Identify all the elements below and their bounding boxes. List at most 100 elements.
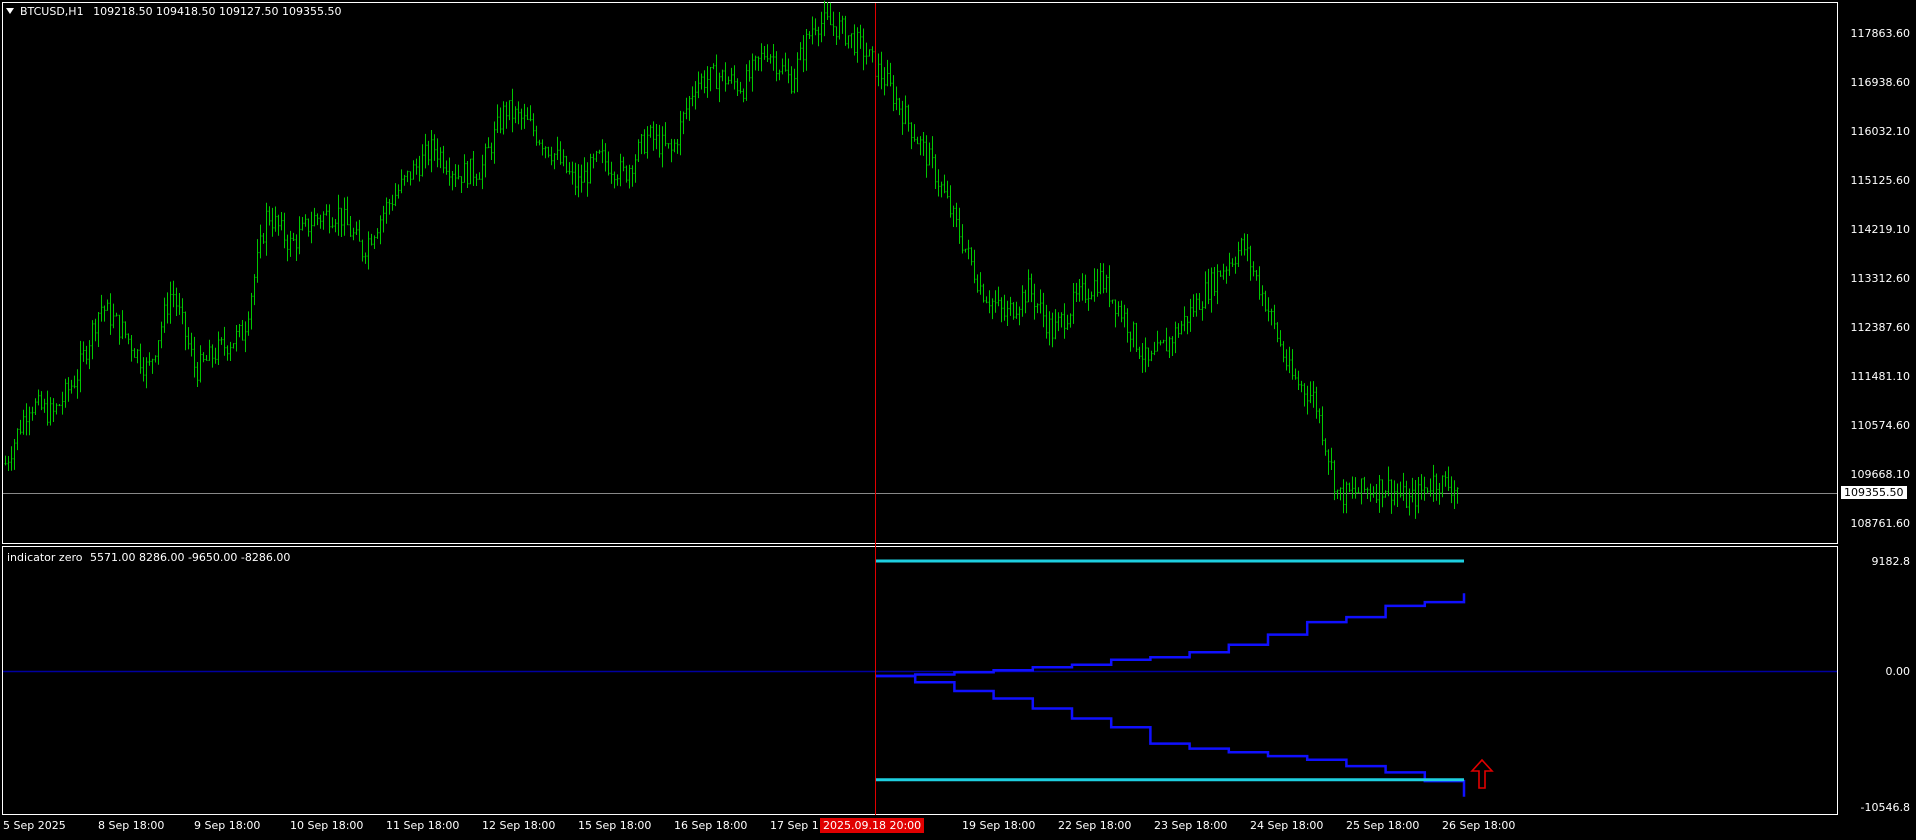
time-axis-label: 16 Sep 18:00 xyxy=(674,819,748,832)
price-bar xyxy=(1453,480,1456,509)
price-bar xyxy=(964,248,967,253)
price-bar xyxy=(139,343,142,374)
price-bar xyxy=(1351,476,1354,499)
price-bar xyxy=(706,66,709,98)
price-bar xyxy=(214,347,217,364)
chart-canvas[interactable] xyxy=(0,0,1916,840)
price-bar xyxy=(241,320,244,341)
price-bar xyxy=(694,81,697,110)
indicator-lines xyxy=(876,559,1466,797)
price-bar xyxy=(190,332,193,357)
price-bar xyxy=(382,205,385,233)
price-bar xyxy=(559,141,562,165)
price-bar xyxy=(64,378,67,408)
price-bar xyxy=(1165,327,1168,352)
price-bar xyxy=(505,101,508,129)
price-bar xyxy=(748,60,751,82)
price-bar xyxy=(271,207,274,237)
price-bar xyxy=(1234,256,1237,274)
price-bar xyxy=(226,345,229,361)
price-bar xyxy=(832,11,835,36)
price-bar xyxy=(1261,285,1264,307)
price-bar xyxy=(7,456,10,471)
price-bar xyxy=(448,157,451,186)
price-bar xyxy=(853,24,856,56)
price-bar xyxy=(511,88,514,133)
price-bar xyxy=(622,156,625,172)
symbol-menu-triangle-icon[interactable] xyxy=(6,8,14,14)
time-axis-label: 9 Sep 18:00 xyxy=(194,819,261,832)
price-bar xyxy=(19,419,22,435)
price-bar xyxy=(1270,308,1273,326)
price-bar xyxy=(46,390,49,426)
price-bar xyxy=(334,219,337,233)
price-bar xyxy=(640,134,643,155)
price-bar xyxy=(841,15,844,34)
price-bar xyxy=(922,132,925,156)
price-bar xyxy=(607,151,610,176)
price-bar xyxy=(778,69,781,81)
price-bar xyxy=(595,150,598,162)
price-bar xyxy=(1174,321,1177,354)
price-bar xyxy=(691,86,694,107)
price-bar xyxy=(544,146,547,159)
price-bar xyxy=(658,124,661,158)
price-bar xyxy=(676,139,679,154)
price-bar xyxy=(91,320,94,360)
price-bar xyxy=(1222,263,1225,280)
price-bar xyxy=(1168,336,1171,358)
price-bar xyxy=(1147,347,1150,367)
price-bar xyxy=(910,122,913,150)
price-bar xyxy=(52,398,55,422)
price-bar xyxy=(481,154,484,190)
price-bar xyxy=(628,164,631,189)
price-bar xyxy=(1348,482,1351,493)
price-bar xyxy=(1063,303,1066,339)
price-bar xyxy=(787,58,790,84)
price-bar xyxy=(1210,267,1213,313)
price-bar xyxy=(550,146,553,166)
price-bar xyxy=(262,233,265,244)
price-bar xyxy=(724,62,727,92)
price-bar xyxy=(856,27,859,63)
price-bar xyxy=(1441,475,1444,498)
price-bar xyxy=(337,194,340,236)
price-bar xyxy=(385,197,388,224)
price-bar xyxy=(994,290,997,313)
price-bar xyxy=(655,124,658,150)
price-bar xyxy=(949,185,952,218)
price-bar xyxy=(145,357,148,389)
indicator-axis-label: 0.00 xyxy=(1885,665,1911,678)
price-bar xyxy=(1456,487,1459,504)
price-bar xyxy=(1315,386,1318,419)
price-bar xyxy=(358,219,361,242)
price-bar xyxy=(1450,476,1453,504)
price-bar xyxy=(223,326,226,356)
price-bar xyxy=(274,206,277,232)
price-bar xyxy=(526,107,529,120)
price-bar xyxy=(1015,301,1018,319)
price-bar xyxy=(1171,336,1174,356)
price-bar xyxy=(166,292,169,324)
time-axis-label: 26 Sep 18:00 xyxy=(1442,819,1516,832)
price-bar xyxy=(109,293,112,335)
price-bar xyxy=(1408,488,1411,516)
price-bar xyxy=(1264,290,1267,312)
price-bar xyxy=(442,145,445,174)
price-bar xyxy=(568,162,571,175)
price-bar xyxy=(13,439,16,470)
price-bar xyxy=(586,162,589,197)
price-bar xyxy=(763,46,766,60)
price-bar xyxy=(457,164,460,180)
price-bar xyxy=(601,139,604,164)
price-bar xyxy=(169,281,172,324)
price-bar xyxy=(484,143,487,178)
price-bar xyxy=(364,252,367,264)
price-bar xyxy=(280,212,283,231)
price-axis-label: 111481.10 xyxy=(1850,370,1911,383)
price-bar xyxy=(1024,289,1027,314)
price-bar xyxy=(523,103,526,129)
price-bar xyxy=(973,249,976,284)
price-bar xyxy=(532,113,535,137)
price-bar xyxy=(130,335,133,362)
